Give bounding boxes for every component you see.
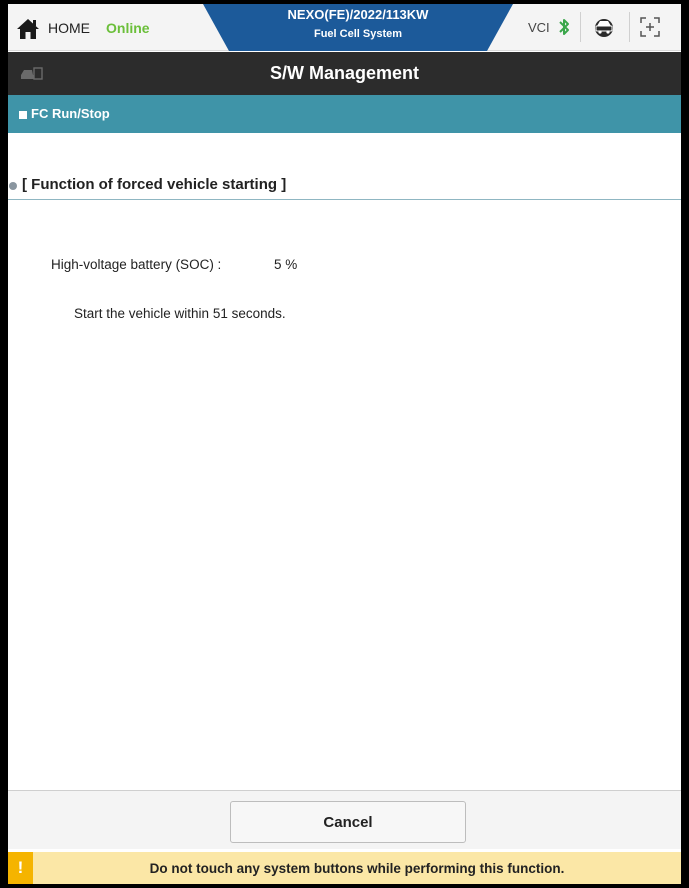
vehicle-model: NEXO(FE)/2022/113KW [287, 7, 429, 22]
section-square-icon [19, 111, 27, 119]
start-instruction: Start the vehicle within 51 seconds. [74, 306, 286, 321]
top-bar: HOME Online NEXO(FE)/2022/113KW Fuel Cel… [8, 4, 681, 51]
soc-value: 5 % [274, 257, 298, 272]
scan-icon[interactable] [640, 17, 660, 37]
vci-label: VCI [528, 20, 550, 35]
section-header: FC Run/Stop [8, 95, 681, 133]
app-window: HOME Online NEXO(FE)/2022/113KW Fuel Cel… [8, 4, 681, 884]
home-label[interactable]: HOME [48, 20, 90, 36]
connection-status: Online [106, 20, 150, 36]
car-globe-icon[interactable] [590, 15, 618, 39]
bluetooth-icon [558, 17, 570, 37]
divider [8, 199, 681, 200]
page-title: S/W Management [269, 63, 420, 83]
title-bar: S/W Management [8, 52, 681, 95]
vehicle-info-tab: NEXO(FE)/2022/113KW Fuel Cell System [203, 4, 513, 51]
function-heading: [ Function of forced vehicle starting ] [22, 176, 287, 193]
warning-message: Do not touch any system buttons while pe… [149, 861, 565, 876]
section-title: FC Run/Stop [31, 106, 110, 121]
warning-bar: ! Do not touch any system buttons while … [8, 852, 681, 884]
home-icon[interactable] [16, 18, 40, 40]
soc-label: High-voltage battery (SOC) : [51, 257, 222, 272]
divider [580, 12, 581, 42]
divider [629, 12, 630, 42]
bullet-icon [9, 182, 17, 190]
cancel-button[interactable]: Cancel [230, 801, 466, 843]
vehicle-system: Fuel Cell System [313, 28, 403, 40]
warning-icon: ! [8, 852, 33, 884]
